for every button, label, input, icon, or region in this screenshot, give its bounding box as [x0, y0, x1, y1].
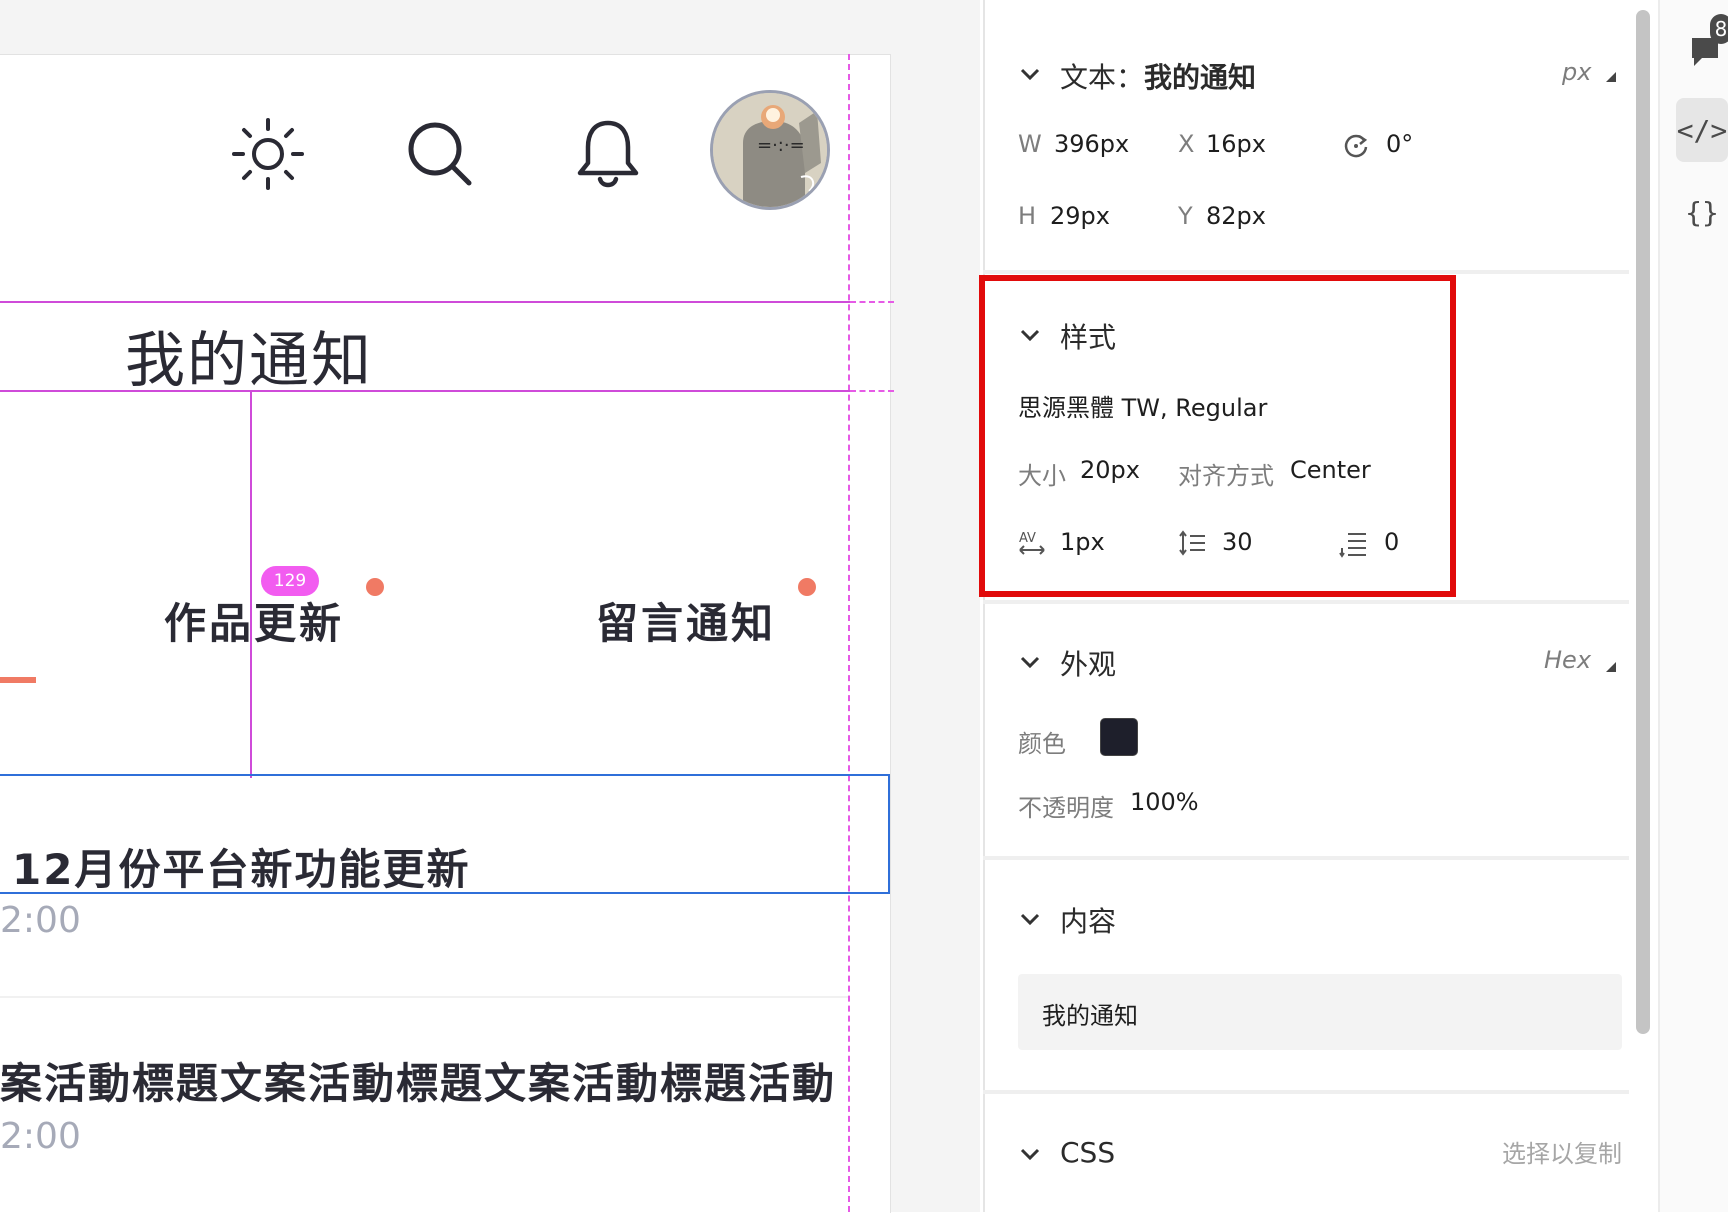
tab-works-update[interactable]: 作品更新 [164, 590, 344, 651]
braces-icon[interactable]: {} [1676, 180, 1728, 244]
chevron-down-icon[interactable] [1018, 650, 1042, 674]
list-item-title[interactable]: 案活動標題文案活動標題文案活動標題活動 [0, 1050, 836, 1111]
page-title[interactable]: 我的通知 [125, 312, 373, 399]
code-view-icon[interactable]: </> [1676, 98, 1728, 162]
active-tab-indicator [0, 677, 36, 683]
color-swatch[interactable] [1100, 718, 1138, 756]
list-item-time: 2:00 [0, 900, 81, 941]
rotate-icon [1344, 134, 1368, 158]
tab-comment-notice[interactable]: 留言通知 [596, 590, 776, 651]
guide-horizontal [850, 301, 894, 303]
css-section-title[interactable]: CSS [1060, 1136, 1115, 1169]
color-format-dropdown-icon[interactable] [1606, 662, 1616, 672]
avatar[interactable]: =·:·= [710, 90, 830, 210]
layer-name: 我的通知 [1144, 61, 1257, 94]
copy-hint: 选择以复制 [1502, 1140, 1622, 1168]
chevron-down-icon[interactable] [1018, 907, 1042, 931]
color-label: 颜色 [1018, 730, 1066, 758]
w-label: W [1018, 130, 1042, 158]
chevron-down-icon[interactable] [1018, 1142, 1042, 1166]
y-value[interactable]: 82px [1206, 202, 1266, 230]
opacity-value[interactable]: 100% [1130, 788, 1199, 816]
appearance-section-title[interactable]: 外观 [1060, 643, 1116, 683]
section-divider [983, 600, 1629, 604]
section-divider [983, 1090, 1629, 1094]
measure-line [250, 392, 252, 778]
width-value[interactable]: 396px [1054, 130, 1129, 158]
unit-label[interactable]: px [1562, 58, 1591, 86]
search-icon[interactable] [400, 114, 480, 194]
list-item-time: 2:00 [0, 1116, 81, 1157]
highlight-box [979, 275, 1456, 597]
section-divider [983, 270, 1629, 274]
list-item-title[interactable]: 12月份平台新功能更新 [12, 836, 470, 897]
h-label: H [1018, 202, 1037, 230]
sun-icon[interactable] [228, 114, 308, 194]
text-section-prefix: 文本： [1060, 61, 1145, 94]
unit-dropdown-icon[interactable] [1606, 72, 1616, 82]
content-value[interactable]: 我的通知 [1042, 996, 1138, 1031]
guide-vertical [848, 54, 850, 1212]
chevron-down-icon[interactable] [1018, 62, 1042, 86]
opacity-label: 不透明度 [1018, 794, 1114, 822]
comment-count-badge: 8 [1710, 14, 1728, 44]
unread-dot [366, 578, 384, 596]
height-value[interactable]: 29px [1050, 202, 1110, 230]
section-divider [983, 856, 1629, 860]
svg-text:=·:·=: =·:·= [757, 135, 805, 156]
x-label: X [1178, 130, 1195, 158]
x-value[interactable]: 16px [1206, 130, 1266, 158]
inspector-scrollbar[interactable] [1636, 10, 1650, 1034]
guide-horizontal [850, 390, 894, 392]
list-divider [0, 996, 848, 998]
y-label: Y [1178, 202, 1193, 230]
color-format-label[interactable]: Hex [1544, 646, 1591, 674]
rotation-value[interactable]: 0° [1386, 130, 1413, 158]
bell-icon[interactable] [568, 114, 648, 194]
text-frame-top-edge [0, 301, 850, 303]
content-section-title[interactable]: 内容 [1060, 900, 1116, 940]
unread-dot [798, 578, 816, 596]
text-section-title[interactable]: 文本：我的通知 [1060, 56, 1256, 96]
notification-count-badge: 129 [261, 566, 319, 596]
